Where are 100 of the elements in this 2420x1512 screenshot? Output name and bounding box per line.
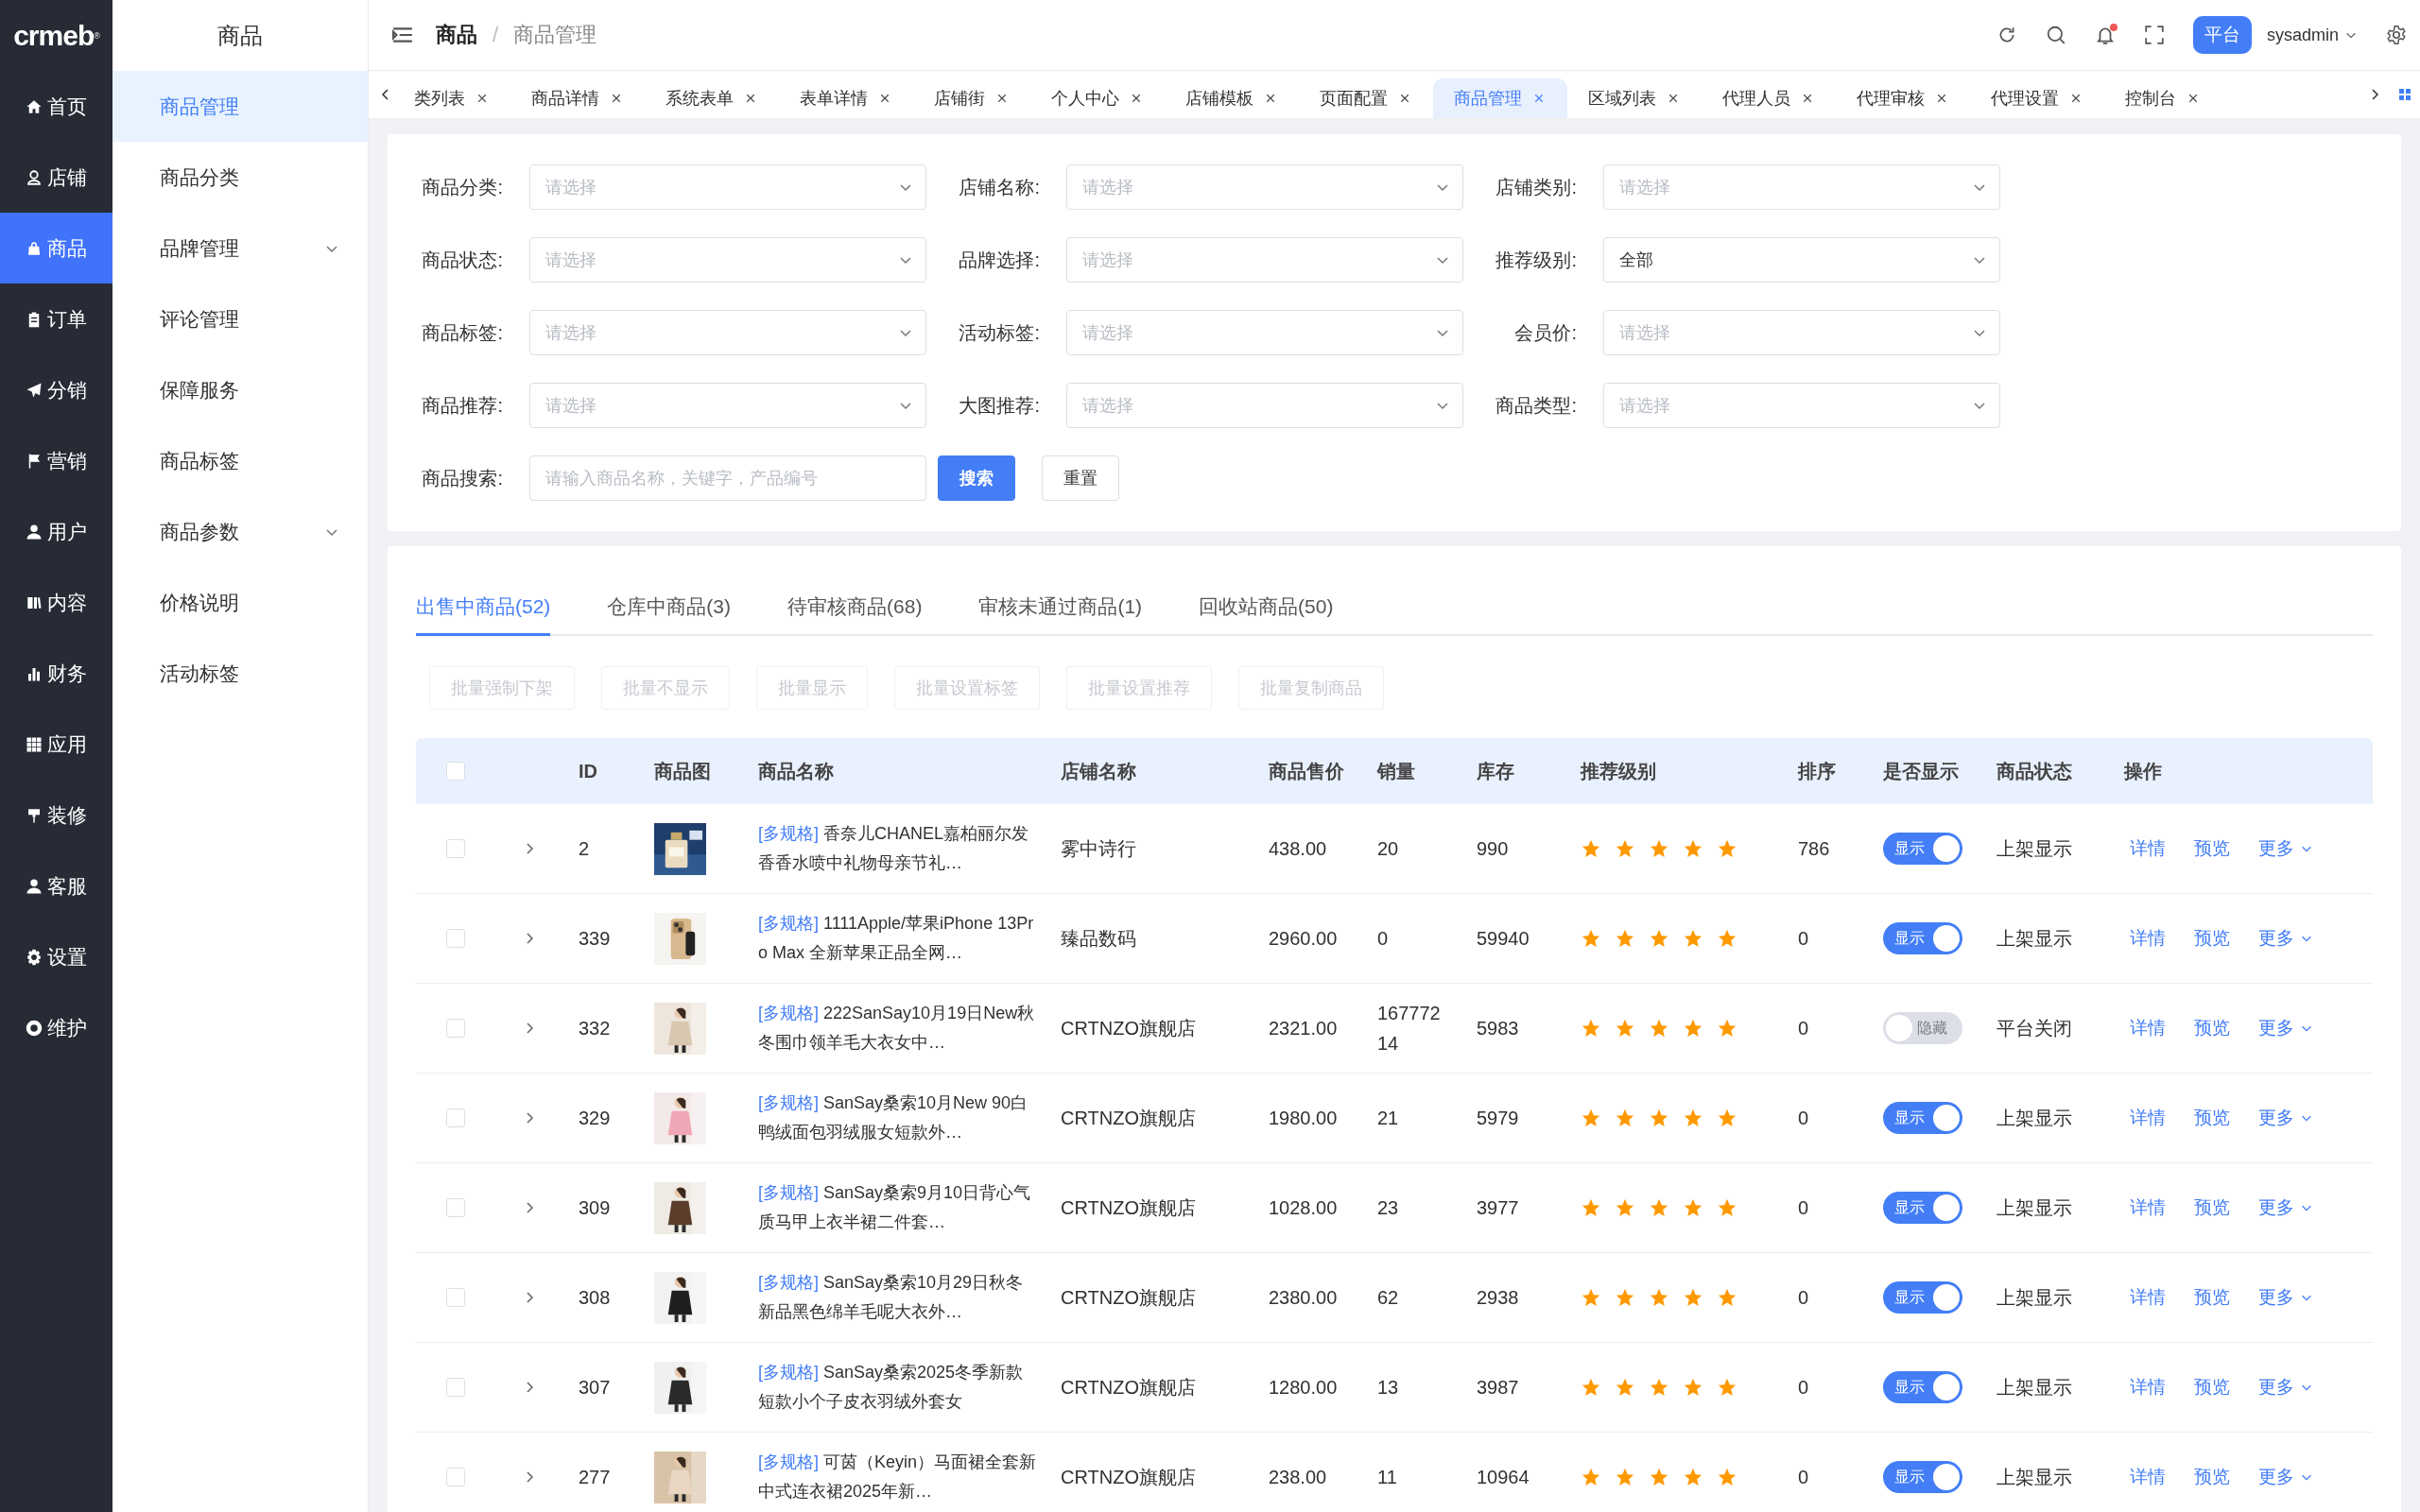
action-link[interactable]: 详情 [2130,1195,2166,1220]
tab[interactable]: 回收站商品(50) [1199,584,1334,636]
fullscreen-icon[interactable] [2143,25,2165,45]
action-link[interactable]: 详情 [2130,1106,2166,1130]
select-field[interactable]: 请选择 [1066,383,1463,428]
close-icon[interactable] [1802,93,1813,104]
breadcrumb-item[interactable]: 商品 [436,21,477,49]
toggle-switch[interactable]: 显示 [1883,922,1962,954]
checkbox[interactable] [446,1108,465,1127]
select-field[interactable]: 请选择 [529,383,926,428]
action-link[interactable]: 预览 [2194,1106,2230,1130]
nav-item[interactable]: 用户 [0,496,112,567]
search-field[interactable]: 请输入商品名称，关键字，产品编号 [529,455,926,501]
page-tab[interactable]: 店铺模板 [1165,78,1299,118]
page-tab[interactable]: 代理审核 [1836,78,1970,118]
toggle-switch[interactable]: 显示 [1883,1281,1962,1314]
select-field[interactable]: 请选择 [529,164,926,210]
menu-item[interactable]: 保障服务 [112,354,368,425]
nav-item[interactable]: 营销 [0,425,112,496]
select-field[interactable]: 请选择 [529,237,926,283]
page-tab[interactable]: 区域列表 [1567,78,1702,118]
page-tab[interactable]: 店铺街 [913,78,1030,118]
checkbox[interactable] [446,1288,465,1307]
nav-item[interactable]: 设置 [0,921,112,992]
action-link[interactable]: 预览 [2194,1285,2230,1310]
close-icon[interactable] [1265,93,1276,104]
search-icon[interactable] [2045,25,2066,45]
more-link[interactable]: 更多 [2258,1106,2313,1130]
menu-item[interactable]: 商品管理 [112,71,368,142]
page-tab[interactable]: 控制台 [2104,78,2221,118]
nav-item[interactable]: 应用 [0,709,112,780]
nav-item[interactable]: 店铺 [0,142,112,213]
action-link[interactable]: 预览 [2194,836,2230,861]
page-tab[interactable]: 个人中心 [1030,78,1165,118]
select-field[interactable]: 请选择 [529,310,926,355]
more-link[interactable]: 更多 [2258,1375,2313,1400]
toggle-switch[interactable]: 显示 [1883,833,1962,865]
select-field[interactable]: 请选择 [1603,310,2000,355]
select-field[interactable]: 请选择 [1603,164,2000,210]
menu-item[interactable]: 商品参数 [112,496,368,567]
action-link[interactable]: 详情 [2130,1465,2166,1489]
page-tab[interactable]: 页面配置 [1299,78,1433,118]
checkbox[interactable] [446,839,465,858]
nav-item[interactable]: 首页 [0,71,112,142]
select-field[interactable]: 请选择 [1066,237,1463,283]
action-link[interactable]: 预览 [2194,1195,2230,1220]
close-icon[interactable] [2070,93,2082,104]
role-badge[interactable]: 平台 [2192,16,2252,54]
toggle-switch[interactable]: 显示 [1883,1461,1962,1493]
page-tab[interactable]: 代理人员 [1702,78,1836,118]
grid-icon[interactable] [2397,87,2412,102]
tab[interactable]: 待审核商品(68) [787,584,923,636]
more-link[interactable]: 更多 [2258,1285,2313,1310]
action-link[interactable]: 详情 [2130,926,2166,951]
tab[interactable]: 审核未通过商品(1) [978,584,1143,636]
page-tab[interactable]: 代理设置 [1970,78,2104,118]
search-button[interactable]: 搜索 [938,455,1015,501]
more-link[interactable]: 更多 [2258,836,2313,861]
menu-item[interactable]: 品牌管理 [112,213,368,284]
menu-item[interactable]: 活动标签 [112,638,368,709]
select-field[interactable]: 全部 [1603,237,2000,283]
more-link[interactable]: 更多 [2258,1465,2313,1489]
checkbox[interactable] [446,762,465,781]
toggle-switch[interactable]: 显示 [1883,1102,1962,1134]
action-link[interactable]: 预览 [2194,926,2230,951]
settings-icon[interactable] [2386,25,2407,45]
checkbox[interactable] [446,1378,465,1397]
close-icon[interactable] [1668,93,1679,104]
toggle-switch[interactable]: 显示 [1883,1371,1962,1403]
action-link[interactable]: 详情 [2130,1285,2166,1310]
menu-item[interactable]: 价格说明 [112,567,368,638]
action-link[interactable]: 详情 [2130,1375,2166,1400]
close-icon[interactable] [2187,93,2199,104]
page-tab[interactable]: 商品管理 [1433,78,1567,118]
close-icon[interactable] [611,93,622,104]
page-tab[interactable]: 商品详情 [510,78,645,118]
checkbox[interactable] [446,1019,465,1038]
reset-button[interactable]: 重置 [1042,455,1119,501]
close-icon[interactable] [1936,93,1947,104]
close-icon[interactable] [1131,93,1142,104]
close-icon[interactable] [745,93,756,104]
toggle-switch[interactable]: 隐藏 [1883,1012,1962,1044]
nav-item[interactable]: 客服 [0,850,112,921]
action-link[interactable]: 详情 [2130,836,2166,861]
page-tab[interactable]: 表单详情 [779,78,913,118]
select-field[interactable]: 请选择 [1066,164,1463,210]
checkbox[interactable] [446,1468,465,1486]
nav-item[interactable]: 财务 [0,638,112,709]
nav-item[interactable]: 订单 [0,284,112,354]
select-field[interactable]: 请选择 [1066,310,1463,355]
nav-item[interactable]: 商品 [0,213,112,284]
checkbox[interactable] [446,929,465,948]
select-field[interactable]: 请选择 [1603,383,2000,428]
action-link[interactable]: 预览 [2194,1465,2230,1489]
close-icon[interactable] [476,93,488,104]
user-menu[interactable]: sysadmin [2266,25,2358,45]
nav-item[interactable]: 维护 [0,992,112,1063]
menu-icon[interactable] [392,26,413,43]
action-link[interactable]: 详情 [2130,1016,2166,1040]
nav-item[interactable]: 装修 [0,780,112,850]
